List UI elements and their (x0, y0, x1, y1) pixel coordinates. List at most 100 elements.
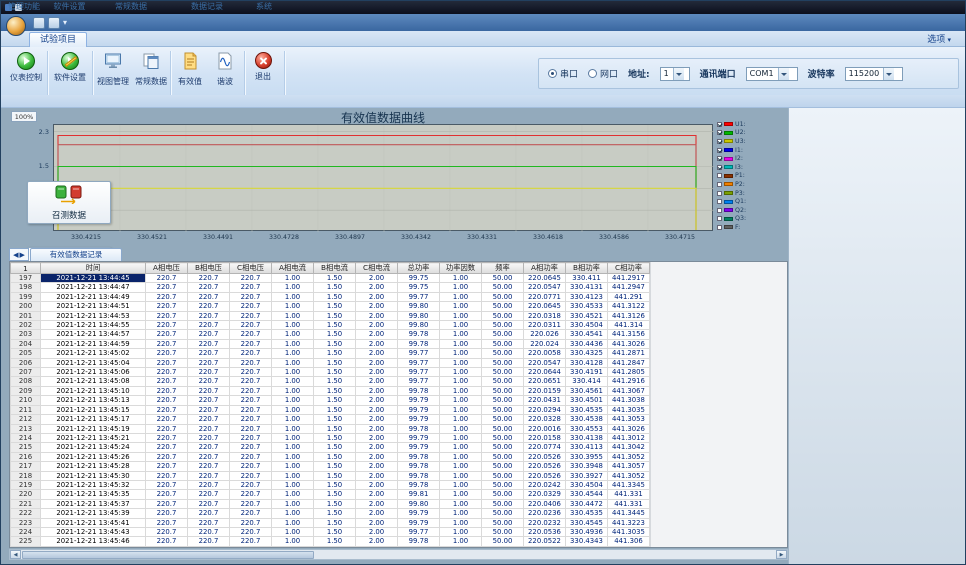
value-cell[interactable]: 330.4436 (566, 339, 608, 348)
value-cell[interactable]: 2.00 (356, 292, 398, 301)
time-cell[interactable]: 2021-12-21 13:44:55 (41, 321, 146, 330)
value-cell[interactable]: 99.78 (398, 471, 440, 480)
table-row[interactable]: 2012021-12-21 13:44:53220.7220.7220.71.0… (11, 311, 650, 320)
legend-checkbox[interactable] (717, 216, 722, 221)
time-cell[interactable]: 2021-12-21 13:45:41 (41, 518, 146, 527)
value-cell[interactable]: 1.50 (314, 321, 356, 330)
value-cell[interactable]: 1.00 (272, 490, 314, 499)
value-cell[interactable]: 2.00 (356, 443, 398, 452)
value-cell[interactable]: 99.77 (398, 349, 440, 358)
value-cell[interactable]: 220.0774 (524, 443, 566, 452)
value-cell[interactable]: 99.78 (398, 480, 440, 489)
value-cell[interactable]: 1.50 (314, 537, 356, 546)
ribbon-button-software-settings[interactable]: 软件设置 (49, 49, 91, 93)
value-cell[interactable]: 1.50 (314, 518, 356, 527)
value-cell[interactable]: 330.411 (566, 274, 608, 283)
value-cell[interactable]: 220.7 (188, 490, 230, 499)
value-cell[interactable]: 1.50 (314, 462, 356, 471)
value-cell[interactable]: 99.79 (398, 518, 440, 527)
value-cell[interactable]: 50.00 (482, 274, 524, 283)
legend-item[interactable]: P1: (717, 172, 769, 181)
value-cell[interactable]: 220.0526 (524, 471, 566, 480)
tab-rms-data-record[interactable]: 有效值数据记录 (30, 248, 122, 261)
value-cell[interactable]: 1.50 (314, 471, 356, 480)
value-cell[interactable]: 1.00 (440, 443, 482, 452)
value-cell[interactable]: 2.00 (356, 415, 398, 424)
value-cell[interactable]: 50.00 (482, 452, 524, 461)
value-cell[interactable]: 2.00 (356, 339, 398, 348)
value-cell[interactable]: 220.7 (230, 396, 272, 405)
value-cell[interactable]: 99.79 (398, 415, 440, 424)
value-cell[interactable]: 99.80 (398, 311, 440, 320)
row-number-cell[interactable]: 223 (11, 518, 41, 527)
value-cell[interactable]: 1.00 (440, 274, 482, 283)
value-cell[interactable]: 50.00 (482, 292, 524, 301)
value-cell[interactable]: 1.00 (272, 321, 314, 330)
value-cell[interactable]: 220.7 (146, 462, 188, 471)
column-header[interactable]: A相电流 (272, 263, 314, 274)
value-cell[interactable]: 220.7 (230, 490, 272, 499)
value-cell[interactable]: 2.00 (356, 283, 398, 292)
legend-checkbox[interactable] (717, 156, 722, 161)
value-cell[interactable]: 220.7 (146, 452, 188, 461)
value-cell[interactable]: 330.4521 (566, 311, 608, 320)
value-cell[interactable]: 220.7 (146, 274, 188, 283)
address-select[interactable]: 1 (660, 67, 690, 81)
value-cell[interactable]: 220.7 (188, 349, 230, 358)
legend-checkbox[interactable] (717, 225, 722, 230)
value-cell[interactable]: 1.50 (314, 443, 356, 452)
column-header[interactable]: C相功率 (608, 263, 650, 274)
value-cell[interactable]: 1.00 (272, 527, 314, 536)
value-cell[interactable]: 99.78 (398, 424, 440, 433)
value-cell[interactable]: 220.0526 (524, 452, 566, 461)
table-row[interactable]: 2122021-12-21 13:45:17220.7220.7220.71.0… (11, 415, 650, 424)
time-cell[interactable]: 2021-12-21 13:45:24 (41, 443, 146, 452)
row-number-cell[interactable]: 209 (11, 386, 41, 395)
value-cell[interactable]: 99.77 (398, 358, 440, 367)
value-cell[interactable]: 220.7 (230, 433, 272, 442)
value-cell[interactable]: 220.7 (146, 443, 188, 452)
value-cell[interactable]: 1.00 (440, 415, 482, 424)
value-cell[interactable]: 50.00 (482, 471, 524, 480)
time-cell[interactable]: 2021-12-21 13:44:45 (41, 274, 146, 283)
value-cell[interactable]: 220.0536 (524, 527, 566, 536)
value-cell[interactable]: 99.79 (398, 405, 440, 414)
value-cell[interactable]: 220.7 (230, 339, 272, 348)
chart-zoom-control[interactable]: 100% (11, 111, 37, 122)
value-cell[interactable]: 1.50 (314, 386, 356, 395)
time-cell[interactable]: 2021-12-21 13:45:35 (41, 490, 146, 499)
value-cell[interactable]: 1.00 (440, 302, 482, 311)
time-cell[interactable]: 2021-12-21 13:45:39 (41, 509, 146, 518)
value-cell[interactable]: 441.3042 (608, 443, 650, 452)
value-cell[interactable]: 220.7 (230, 283, 272, 292)
value-cell[interactable]: 2.00 (356, 471, 398, 480)
row-number-cell[interactable]: 199 (11, 292, 41, 301)
dropdown-caret-icon[interactable] (673, 68, 684, 80)
row-number-cell[interactable]: 206 (11, 358, 41, 367)
value-cell[interactable]: 220.7 (230, 349, 272, 358)
value-cell[interactable]: 1.00 (272, 274, 314, 283)
row-number-cell[interactable]: 211 (11, 405, 41, 414)
qat-customize-caret-icon[interactable] (63, 18, 67, 27)
options-menu[interactable]: 选项 (927, 32, 951, 45)
value-cell[interactable]: 2.00 (356, 518, 398, 527)
value-cell[interactable]: 50.00 (482, 490, 524, 499)
value-cell[interactable]: 220.7 (230, 311, 272, 320)
value-cell[interactable]: 1.50 (314, 349, 356, 358)
ribbon-button-rms-value[interactable]: 有效值 (172, 49, 208, 93)
value-cell[interactable]: 220.7 (188, 358, 230, 367)
value-cell[interactable]: 1.50 (314, 480, 356, 489)
ribbon-button-harmonics[interactable]: 谐波 (208, 49, 242, 93)
value-cell[interactable]: 220.7 (146, 311, 188, 320)
value-cell[interactable]: 1.00 (272, 509, 314, 518)
row-number-cell[interactable]: 216 (11, 452, 41, 461)
value-cell[interactable]: 1.50 (314, 433, 356, 442)
value-cell[interactable]: 1.00 (440, 349, 482, 358)
value-cell[interactable]: 1.00 (440, 490, 482, 499)
value-cell[interactable]: 330.3948 (566, 462, 608, 471)
column-header[interactable]: C相电流 (356, 263, 398, 274)
table-row[interactable]: 1972021-12-21 13:44:45220.7220.7220.71.0… (11, 274, 650, 283)
value-cell[interactable]: 1.00 (440, 424, 482, 433)
row-number-cell[interactable]: 204 (11, 339, 41, 348)
value-cell[interactable]: 220.7 (146, 480, 188, 489)
